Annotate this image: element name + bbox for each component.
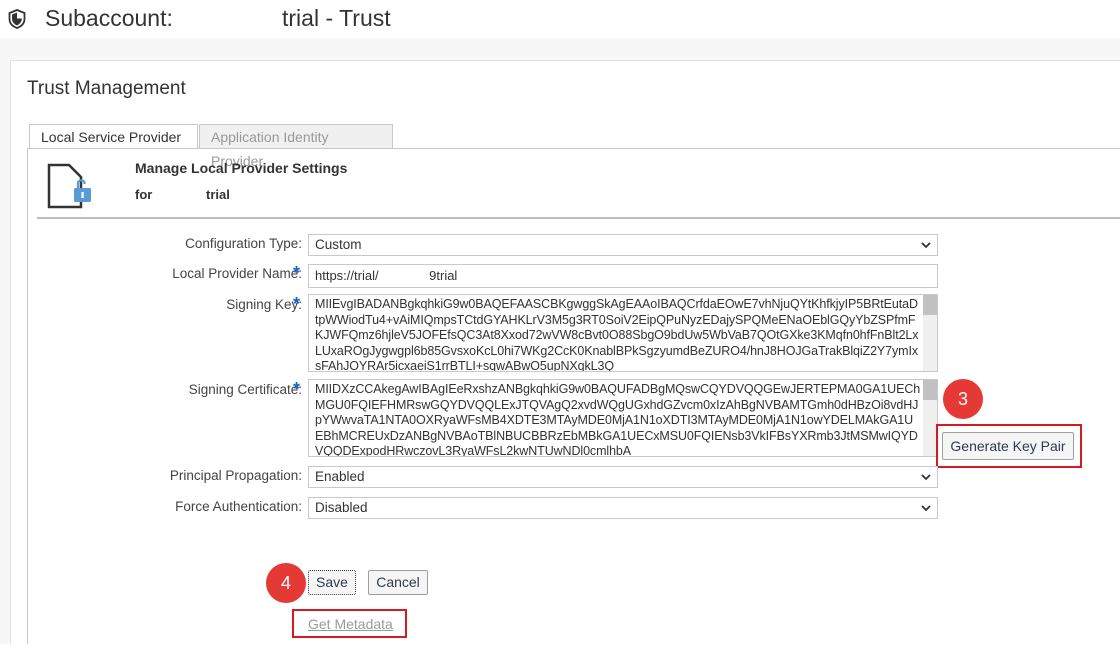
required-marker: * [293, 379, 301, 399]
local-provider-name-label: Local Provider Name: [172, 266, 302, 281]
save-button[interactable]: Save [308, 570, 356, 595]
tab-local-service-provider[interactable]: Local Service Provider [29, 124, 198, 149]
cancel-button[interactable]: Cancel [368, 570, 428, 595]
required-marker: * [293, 294, 301, 314]
for-label: for [135, 187, 153, 202]
local-provider-name-value: https://trial/ 9trial [315, 268, 458, 283]
generate-key-pair-button[interactable]: Generate Key Pair [942, 432, 1074, 460]
scrollbar-thumb[interactable] [923, 295, 937, 315]
force-authentication-label: Force Authentication: [175, 499, 302, 514]
signing-certificate-value: MIIDXzCCAkegAwIBAgIEeRxshzANBgkqhkiG9w0B… [315, 382, 921, 457]
signing-key-label: Signing Key: [226, 297, 302, 312]
signing-key-value: MIIEvgIBADANBgkqhkiG9w0BAQEFAASCBKgwggSk… [315, 297, 919, 372]
chevron-down-icon [921, 505, 931, 512]
configuration-type-label: Configuration Type: [185, 236, 302, 251]
principal-propagation-value: Enabled [315, 469, 365, 484]
subaccount-name: trial [206, 187, 230, 202]
principal-propagation-select[interactable]: Enabled [308, 466, 938, 488]
chevron-down-icon [921, 242, 931, 249]
chevron-down-icon [921, 474, 931, 481]
shield-icon [8, 9, 26, 29]
tab-application-identity-provider[interactable]: Application Identity Provider [199, 124, 393, 169]
step-3-badge: 3 [943, 379, 983, 419]
force-authentication-select[interactable]: Disabled [308, 497, 938, 519]
required-marker: * [293, 263, 301, 283]
step-4-badge: 4 [266, 563, 306, 603]
signing-key-scrollbar[interactable] [923, 295, 937, 371]
configuration-type-select[interactable]: Custom [308, 234, 938, 256]
configuration-type-value: Custom [315, 237, 362, 252]
scrollbar-thumb[interactable] [923, 380, 937, 400]
local-provider-name-input[interactable]: https://trial/ 9trial [308, 264, 938, 288]
header-label: Subaccount: [45, 5, 173, 31]
section-title: Trust Management [27, 78, 186, 99]
page-header: Subaccount: trial - Trust [0, 0, 1120, 38]
signing-certificate-label: Signing Certificate: [188, 382, 302, 397]
signing-certificate-textarea[interactable]: MIIDXzCCAkegAwIBAgIEeRxshzANBgkqhkiG9w0B… [308, 379, 938, 457]
principal-propagation-label: Principal Propagation: [169, 468, 302, 483]
header-title: trial - Trust [282, 5, 391, 31]
unlocked-document-icon [47, 163, 91, 209]
signing-certificate-scrollbar[interactable] [923, 380, 937, 456]
force-authentication-value: Disabled [315, 500, 368, 515]
signing-key-textarea[interactable]: MIIEvgIBADANBgkqhkiG9w0BAQEFAASCBKgwggSk… [308, 294, 938, 372]
get-metadata-link[interactable]: Get Metadata [308, 616, 393, 632]
settings-title: Manage Local Provider Settings [135, 160, 348, 176]
header-separator [37, 217, 1120, 219]
